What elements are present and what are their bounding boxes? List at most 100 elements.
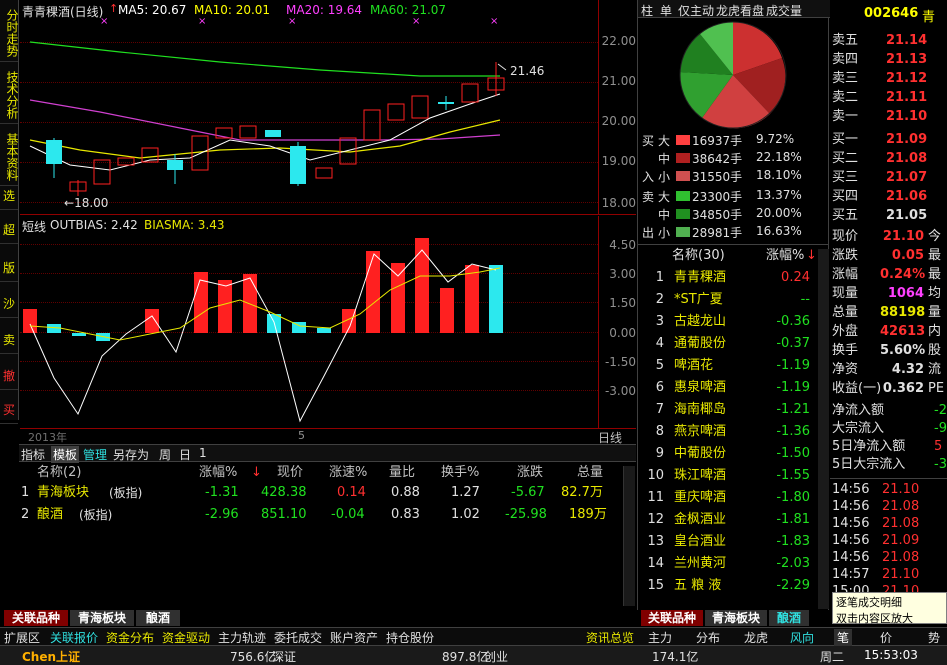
col-volume[interactable]: 总量 xyxy=(577,462,603,484)
col-diff[interactable]: 涨跌 xyxy=(517,462,543,484)
flow-size-label: 中 xyxy=(658,152,671,166)
list-col-name[interactable]: 名称(30) xyxy=(672,245,725,267)
orderbook-price: 21.05 xyxy=(886,208,928,223)
col-volratio[interactable]: 量比 xyxy=(389,462,415,484)
list-item[interactable]: 5 啤酒花 -1.19 xyxy=(638,355,818,377)
tab-related[interactable]: 关联品种 xyxy=(4,610,68,626)
side-tab-board[interactable]: 版 xyxy=(0,262,18,282)
table-row[interactable]: 1 青海板块 (板指) -1.31 428.38 0.14 0.88 1.27 … xyxy=(19,482,619,504)
status-bar: Chen上证 756.6亿 深证 897.8亿 创业 174.1亿 15:53:… xyxy=(0,645,947,665)
btn-news[interactable]: 资讯总览 xyxy=(586,629,634,646)
btn-fund-dist[interactable]: 资金分布 xyxy=(106,629,154,646)
list-tab-qinghai[interactable]: 青海板块 xyxy=(705,610,767,626)
row-volume: 189万 xyxy=(569,507,607,522)
tick-list[interactable]: 14:56 21.10 14:56 21.08 14:56 21.08 14:56 21.09… xyxy=(830,478,947,599)
btn-orders[interactable]: 委托成交 xyxy=(274,629,322,646)
status-chinext[interactable]: 创业 xyxy=(484,648,508,665)
list-item[interactable]: 4 通葡股份 -0.37 xyxy=(638,333,818,355)
col-change[interactable]: 涨幅% xyxy=(199,462,237,484)
side-tab-intraday[interactable]: 分时走势 xyxy=(0,4,19,62)
tab-week[interactable]: 周 xyxy=(159,446,171,463)
list-item[interactable]: 14 兰州黄河 -2.03 xyxy=(638,553,818,575)
list-btn-dist[interactable]: 分布 xyxy=(696,629,720,646)
right-btn-trend[interactable]: 势 xyxy=(928,629,940,646)
list-item-name: 啤酒花 xyxy=(674,358,714,373)
flow-tab-active[interactable]: 仅主动 xyxy=(678,2,714,19)
col-price[interactable]: 现价 xyxy=(277,462,303,484)
list-item[interactable]: 9 中葡股份 -1.50 xyxy=(638,443,818,465)
flow-size-label: 大 xyxy=(658,134,671,148)
col-name[interactable]: 名称(2) xyxy=(37,462,81,484)
tab-day[interactable]: 日 xyxy=(179,446,191,463)
price-high-label: 21.46 xyxy=(510,64,545,78)
flow-tab-bar[interactable]: 柱 xyxy=(641,2,653,19)
tab-liquor[interactable]: 酿酒 xyxy=(136,610,180,626)
tab-template[interactable]: 模板 xyxy=(51,446,80,463)
list-item[interactable]: 11 重庆啤酒 -1.80 xyxy=(638,487,818,509)
btn-account[interactable]: 账户资产 xyxy=(330,629,378,646)
tab-indicator[interactable]: 指标 xyxy=(21,446,45,463)
list-item[interactable]: 13 皇台酒业 -1.83 xyxy=(638,531,818,553)
list-btn-main[interactable]: 主力 xyxy=(648,629,672,646)
btn-holdings[interactable]: 持仓股份 xyxy=(386,629,434,646)
list-tab-related[interactable]: 关联品种 xyxy=(641,610,703,626)
side-tab-sand[interactable]: 沙 xyxy=(0,298,18,318)
table-scrollbar[interactable] xyxy=(623,466,635,606)
btn-related-quote[interactable]: 关联报价 xyxy=(50,629,98,646)
list-tab-liquor[interactable]: 酿酒 xyxy=(769,610,809,626)
side-tabs: 分时走势 技术分析 基本资料 选 超 版 沙 卖 撤 买 xyxy=(0,0,19,424)
list-item[interactable]: 2 *ST广夏 -- xyxy=(638,289,818,311)
side-tab-super[interactable]: 超 xyxy=(0,224,18,244)
status-shenzhen[interactable]: 深证 xyxy=(272,648,296,665)
right-btn-price[interactable]: 价 xyxy=(880,629,892,646)
list-item[interactable]: 10 珠江啤酒 -1.55 xyxy=(638,465,818,487)
btn-expand[interactable]: 扩展区 xyxy=(4,629,40,646)
flow-panel: 柱 单 仅主动 龙虎看盘 成交量 买 大 16937手 9.72% 中 3864… xyxy=(637,0,830,244)
list-item[interactable]: 1 青青稞酒 0.24 xyxy=(638,267,818,289)
tooltip: 逐笔成交明细 双击内容区放大 xyxy=(832,592,947,625)
flow-tab-volume[interactable]: 成交量 xyxy=(766,2,802,19)
list-item[interactable]: 15 五 粮 液 -2.29 xyxy=(638,575,818,597)
side-tab-cancel[interactable]: 撤 xyxy=(0,370,18,390)
candle xyxy=(411,95,429,119)
svg-text:×: × xyxy=(198,16,206,27)
col-turnover[interactable]: 换手% xyxy=(441,462,479,484)
btn-main-track[interactable]: 主力轨迹 xyxy=(218,629,266,646)
row-change: -1.31 xyxy=(205,485,239,500)
list-item-index: 12 xyxy=(647,512,664,527)
tab-one[interactable]: 1 xyxy=(199,446,207,460)
list-item[interactable]: 8 燕京啤酒 -1.36 xyxy=(638,421,818,443)
btn-fund-drive[interactable]: 资金驱动 xyxy=(162,629,210,646)
col-speed[interactable]: 涨速% xyxy=(329,462,367,484)
row-type: (板指) xyxy=(109,486,143,500)
list-item-change: -1.19 xyxy=(776,358,810,373)
right-btn-tick[interactable]: 笔 xyxy=(834,629,853,646)
flow-tab-single[interactable]: 单 xyxy=(660,2,672,19)
list-scrollbar[interactable] xyxy=(818,249,829,609)
tab-manage[interactable]: 管理 xyxy=(83,446,107,463)
side-tab-technical[interactable]: 技术分析 xyxy=(0,66,19,124)
list-item[interactable]: 7 海南椰岛 -1.21 xyxy=(638,399,818,421)
status-shanghai[interactable]: Chen上证 xyxy=(22,648,80,665)
side-tab-select[interactable]: 选 xyxy=(0,190,18,210)
list-col-change[interactable]: 涨幅% xyxy=(766,245,804,267)
list-item-change: -0.36 xyxy=(776,314,810,329)
indicator-svg xyxy=(23,238,503,423)
tab-saveas[interactable]: 另存为 xyxy=(113,446,149,463)
list-item[interactable]: 3 古越龙山 -0.36 xyxy=(638,311,818,333)
list-btn-dragon[interactable]: 龙虎 xyxy=(744,629,768,646)
tab-qinghai[interactable]: 青海板块 xyxy=(70,610,134,626)
list-item[interactable]: 12 金枫酒业 -1.81 xyxy=(638,509,818,531)
list-item-change: -1.50 xyxy=(776,446,810,461)
side-tab-sell[interactable]: 卖 xyxy=(0,334,18,354)
table-row[interactable]: 2 酿酒 (板指) -2.96 851.10 -0.04 0.83 1.02 -… xyxy=(19,504,619,526)
flow-tabs: 柱 单 仅主动 龙虎看盘 成交量 xyxy=(638,0,830,18)
list-item[interactable]: 6 惠泉啤酒 -1.19 xyxy=(638,377,818,399)
orderbook-row[interactable]: 卖一 21.10 xyxy=(830,106,947,128)
list-btn-wind[interactable]: 风向 xyxy=(790,629,814,646)
orderbook-row[interactable]: 买五 21.05 xyxy=(830,205,947,227)
row-name: 青海板块 xyxy=(37,485,90,500)
flow-tab-dragon[interactable]: 龙虎看盘 xyxy=(716,2,764,19)
side-tab-fundamental[interactable]: 基本资料 xyxy=(0,128,19,186)
side-tab-buy[interactable]: 买 xyxy=(0,404,18,424)
